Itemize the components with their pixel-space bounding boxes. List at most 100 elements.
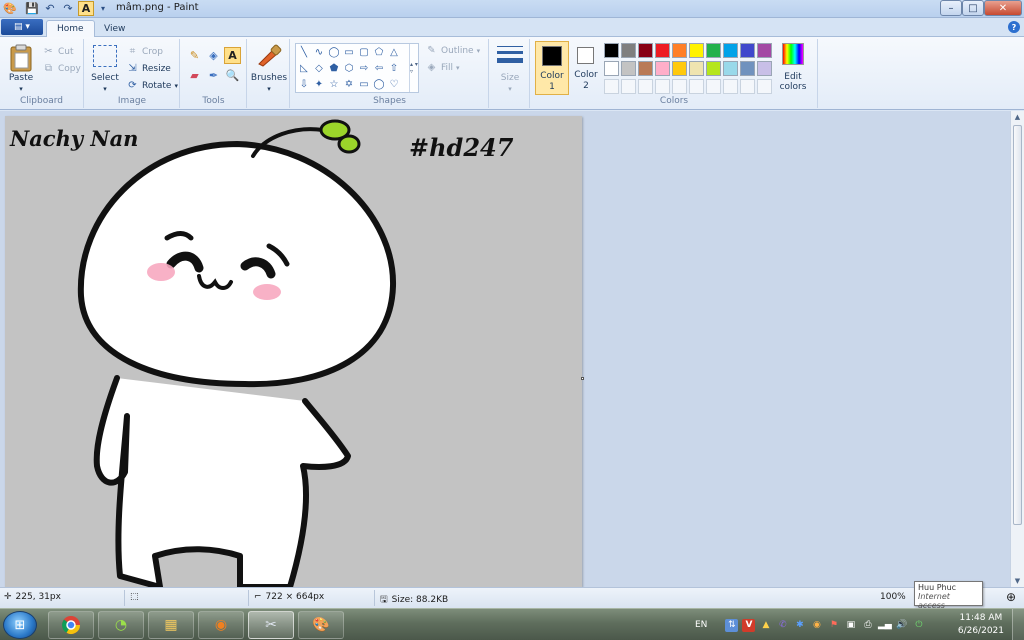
bluetooth-tray-icon[interactable]: ✱: [793, 619, 806, 632]
color-picker-icon[interactable]: ✒: [205, 67, 222, 84]
fill-button[interactable]: ◈ Fill ▾: [425, 60, 460, 75]
curve-shape-icon[interactable]: ∿: [312, 45, 326, 59]
undo-icon[interactable]: ↶: [42, 1, 58, 16]
palette-swatch[interactable]: [655, 43, 670, 58]
cut-button[interactable]: ✂ Cut: [42, 44, 73, 59]
avast-icon[interactable]: ◉: [198, 611, 244, 639]
select-icon[interactable]: [93, 45, 117, 67]
color2-selector[interactable]: Color 2: [571, 41, 601, 95]
polygon-shape-icon[interactable]: ⬠: [372, 45, 386, 59]
tab-view[interactable]: View: [94, 20, 135, 37]
palette-swatch[interactable]: [740, 43, 755, 58]
custom-color-slot[interactable]: [706, 79, 721, 94]
palette-swatch[interactable]: [706, 43, 721, 58]
flag-tray-icon[interactable]: ⚑: [827, 619, 840, 632]
diamond-shape-icon[interactable]: ◇: [312, 61, 326, 75]
scroll-down-icon[interactable]: ▼: [1011, 575, 1024, 587]
edit-colors-button[interactable]: Edit colors: [771, 72, 815, 92]
palette-swatch[interactable]: [621, 43, 636, 58]
palette-swatch[interactable]: [621, 61, 636, 76]
six-point-star-shape-icon[interactable]: ✡: [342, 77, 356, 91]
clock[interactable]: 11:48 AM 6/26/2021: [958, 612, 1004, 638]
rounded-rectangle-shape-icon[interactable]: ▢: [357, 45, 371, 59]
custom-color-slot[interactable]: [655, 79, 670, 94]
fill-icon[interactable]: ◈: [205, 47, 222, 64]
palette-swatch[interactable]: [689, 61, 704, 76]
viber-tray-icon[interactable]: ✆: [776, 619, 789, 632]
edit-colors-icon[interactable]: [782, 43, 804, 65]
text-icon[interactable]: A: [224, 47, 241, 64]
palette-swatch[interactable]: [757, 61, 772, 76]
outline-button[interactable]: ✎ Outline ▾: [425, 43, 480, 58]
paint-menu-button[interactable]: ▤ ▾: [1, 19, 43, 35]
scroll-thumb[interactable]: [1013, 125, 1022, 525]
left-arrow-shape-icon[interactable]: ⇦: [372, 61, 386, 75]
paint-icon[interactable]: 🎨: [298, 611, 344, 639]
up-arrow-shape-icon[interactable]: ⇧: [387, 61, 401, 75]
snipping-tool-icon[interactable]: ✂: [248, 611, 294, 639]
paste-button[interactable]: Paste: [4, 73, 38, 83]
palette-swatch[interactable]: [604, 43, 619, 58]
text-tool-quick-icon[interactable]: A: [78, 1, 94, 16]
paint-app-icon[interactable]: 🎨: [2, 1, 18, 16]
eraser-icon[interactable]: ▰: [186, 67, 203, 84]
magnifier-icon[interactable]: 🔍: [224, 67, 241, 84]
callout-oval-shape-icon[interactable]: ◯: [372, 77, 386, 91]
line-shape-icon[interactable]: ╲: [297, 45, 311, 59]
resize-button[interactable]: ⇲ Resize: [126, 61, 171, 76]
close-button[interactable]: ✕: [984, 0, 1022, 16]
custom-color-slot[interactable]: [757, 79, 772, 94]
crop-button[interactable]: ⌗ Crop: [126, 44, 163, 59]
maximize-button[interactable]: □: [962, 0, 984, 16]
palette-swatch[interactable]: [638, 43, 653, 58]
custom-color-slot[interactable]: [672, 79, 687, 94]
volume-tray-icon[interactable]: 🔊: [895, 619, 908, 632]
chrome-icon[interactable]: [48, 611, 94, 639]
avast-tray-icon[interactable]: ◉: [810, 619, 823, 632]
right-arrow-shape-icon[interactable]: ⇨: [357, 61, 371, 75]
palette-swatch[interactable]: [604, 61, 619, 76]
tab-home[interactable]: Home: [46, 20, 95, 37]
custom-color-slot[interactable]: [621, 79, 636, 94]
paste-dropdown-icon[interactable]: ▾: [14, 85, 28, 93]
custom-color-slot[interactable]: [740, 79, 755, 94]
shapes-gallery[interactable]: ╲ ∿ ◯ ▭ ▢ ⬠ △ ◺ ◇ ⬟ ⬡ ⇨ ⇦ ⇧ ⇩ ✦ ☆ ✡ ▭ ◯ …: [295, 43, 419, 93]
folder-tray-icon[interactable]: ▲: [759, 619, 772, 632]
network-tray-icon[interactable]: ⇅: [725, 618, 739, 632]
pencil-icon[interactable]: ✎: [186, 47, 203, 64]
help-icon[interactable]: ?: [1008, 21, 1020, 33]
brushes-group[interactable]: Brushes ▾: [248, 39, 290, 108]
pentagon-shape-icon[interactable]: ⬟: [327, 61, 341, 75]
select-button[interactable]: Select: [87, 73, 123, 83]
customize-quick-access-icon[interactable]: ▾: [95, 1, 111, 16]
canvas-resize-handle[interactable]: [581, 377, 584, 380]
triangle-shape-icon[interactable]: △: [387, 45, 401, 59]
down-arrow-shape-icon[interactable]: ⇩: [297, 77, 311, 91]
hexagon-shape-icon[interactable]: ⬡: [342, 61, 356, 75]
explorer-icon[interactable]: ▦: [148, 611, 194, 639]
power-tray-icon[interactable]: ⏻: [912, 619, 925, 632]
palette-swatch[interactable]: [706, 61, 721, 76]
printer-tray-icon[interactable]: ⎙: [861, 619, 874, 632]
drawing-canvas[interactable]: Nachy Nan #hd247: [5, 116, 582, 587]
palette-swatch[interactable]: [723, 61, 738, 76]
vivaldi-tray-icon[interactable]: V: [742, 618, 756, 632]
color1-selector[interactable]: Color 1: [535, 41, 569, 95]
redo-icon[interactable]: ↷: [60, 1, 76, 16]
show-desktop-button[interactable]: [1012, 609, 1024, 640]
heart-shape-icon[interactable]: ♡: [387, 77, 401, 91]
five-point-star-shape-icon[interactable]: ☆: [327, 77, 341, 91]
screen-tray-icon[interactable]: ▣: [844, 619, 857, 632]
save-icon[interactable]: 💾: [24, 1, 40, 16]
palette-swatch[interactable]: [757, 43, 772, 58]
palette-swatch[interactable]: [638, 61, 653, 76]
rectangle-shape-icon[interactable]: ▭: [342, 45, 356, 59]
custom-color-slot[interactable]: [689, 79, 704, 94]
select-dropdown-icon[interactable]: ▾: [98, 85, 112, 93]
language-indicator[interactable]: EN: [695, 620, 707, 630]
minimize-button[interactable]: –: [940, 0, 962, 16]
palette-swatch[interactable]: [740, 61, 755, 76]
rotate-button[interactable]: ⟳ Rotate ▾: [126, 78, 178, 93]
palette-swatch[interactable]: [672, 43, 687, 58]
palette-swatch[interactable]: [689, 43, 704, 58]
